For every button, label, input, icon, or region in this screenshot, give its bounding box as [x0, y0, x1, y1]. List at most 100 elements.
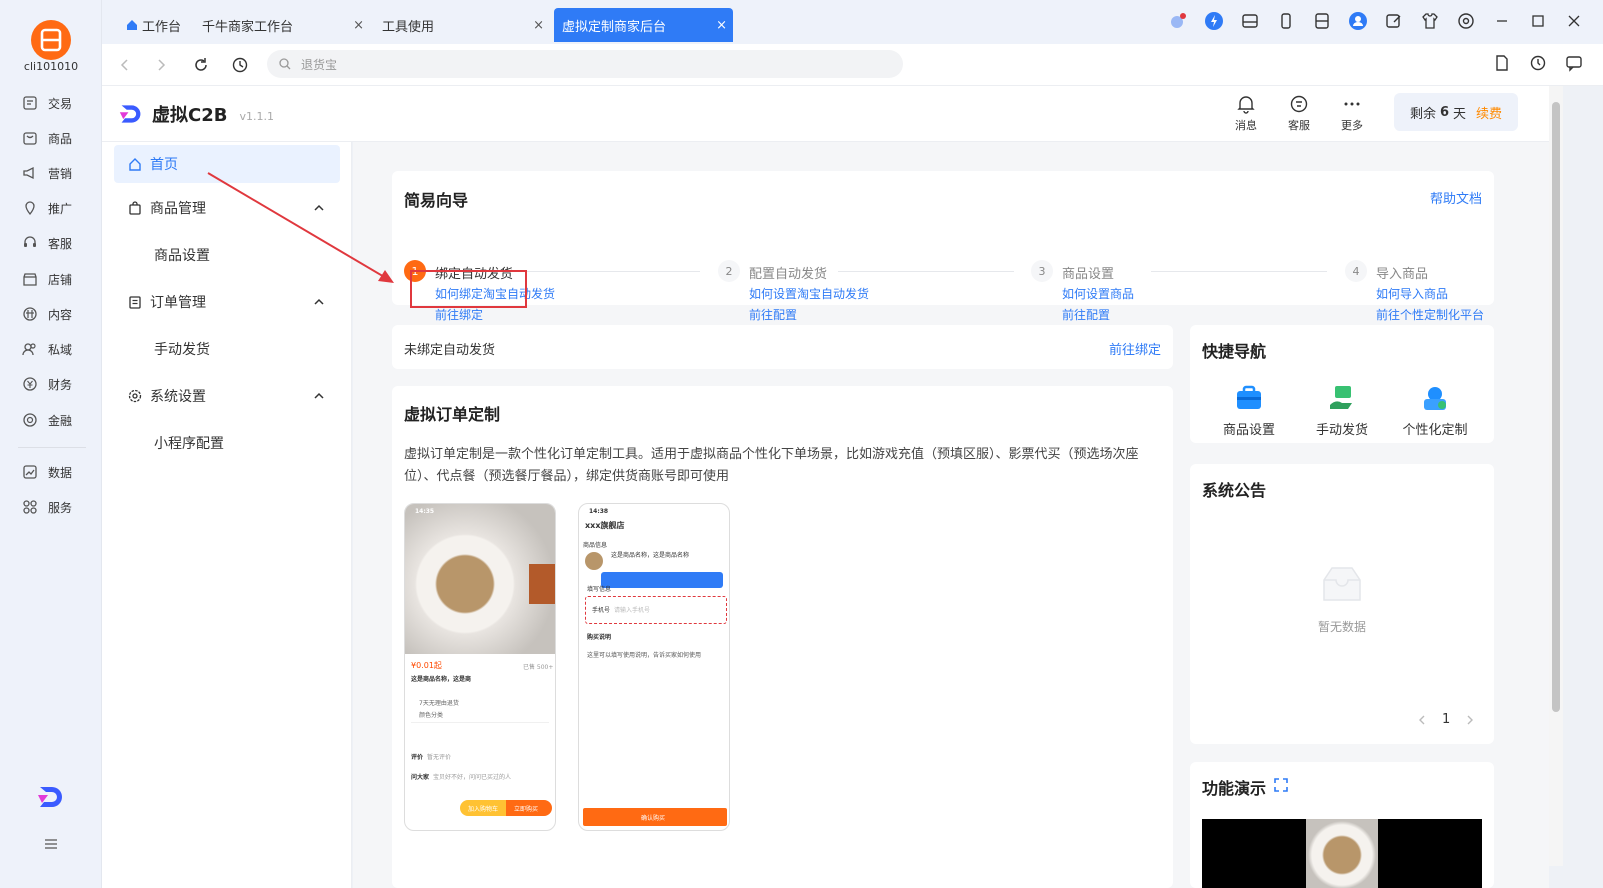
rail-item-label: 金融: [48, 413, 73, 428]
rail-item-goods[interactable]: 商品: [22, 126, 92, 150]
step-number: 2: [718, 260, 740, 282]
rail-item-promotion[interactable]: 推广: [22, 196, 92, 220]
menu-label: 商品管理: [150, 201, 206, 217]
rail-item-banking[interactable]: 金融: [22, 408, 92, 432]
rail-divider: [18, 447, 86, 448]
phone-icon[interactable]: [1275, 10, 1297, 32]
quick-nav-manual-ship[interactable]: 手动发货: [1297, 383, 1387, 438]
tab-virtual-custom[interactable]: 虚拟定制商家后台 ×: [554, 8, 733, 42]
book-icon[interactable]: [1311, 10, 1333, 32]
app-brand[interactable]: 虚拟C2B v1.1.1: [118, 101, 274, 127]
tab-close-icon[interactable]: ×: [716, 18, 727, 33]
phone-placeholder: 请输入手机号: [614, 607, 651, 614]
rail-item-apps[interactable]: 服务: [22, 495, 92, 519]
menu-item-miniapp-config[interactable]: 小程序配置: [154, 433, 224, 453]
tab-qianniu-workbench[interactable]: 千牛商家工作台 ×: [202, 8, 370, 42]
scrollbar-thumb[interactable]: [1552, 102, 1560, 712]
step-help-link[interactable]: 如何设置商品: [1062, 285, 1134, 302]
back-icon[interactable]: [114, 54, 136, 76]
rail-item-trade[interactable]: 交易: [22, 91, 92, 115]
more-button[interactable]: 更多: [1332, 94, 1372, 133]
step-action-link[interactable]: 前往绑定: [435, 306, 483, 323]
return-policy: 7天无理由退货: [419, 700, 459, 707]
app-d-logo[interactable]: [36, 783, 66, 811]
rail-item-data[interactable]: 数据: [22, 460, 92, 484]
customer-service-button[interactable]: 客服: [1279, 94, 1319, 133]
menu-item-manual-ship[interactable]: 手动发货: [154, 339, 210, 359]
store-name: xxx旗舰店: [585, 521, 625, 530]
quick-nav-custom[interactable]: 个性化定制: [1390, 383, 1480, 438]
rail-item-marketing[interactable]: 营销: [22, 161, 92, 185]
qianniu-logo[interactable]: [31, 20, 71, 60]
menu-group-system[interactable]: 系统设置: [114, 377, 340, 415]
sync-icon[interactable]: [1529, 54, 1547, 72]
renew-prefix: 剩余: [1409, 106, 1436, 122]
user-circle-icon[interactable]: [1347, 10, 1369, 32]
chat-icon[interactable]: [1565, 54, 1583, 72]
step-action-link[interactable]: 前往配置: [749, 306, 797, 323]
empty-inbox-icon: [1323, 567, 1361, 601]
messages-button[interactable]: 消息: [1226, 94, 1266, 133]
drive-icon[interactable]: [1239, 10, 1261, 32]
app-version: v1.1.1: [239, 109, 274, 123]
current-page[interactable]: 1: [1442, 712, 1450, 727]
custom-intro-card: 虚拟订单定制 虚拟订单定制是一款个性化订单定制工具。适用于虚拟商品个性化下单场景…: [392, 386, 1173, 888]
tab-label: 工作台: [142, 19, 182, 35]
step-action-link[interactable]: 前往配置: [1062, 306, 1110, 323]
minimize-icon[interactable]: [1491, 10, 1513, 32]
username: cli101010: [23, 60, 79, 73]
search-input[interactable]: 退货宝: [267, 50, 903, 78]
phone-field-highlight: 手机号 请输入手机号: [585, 596, 727, 624]
shop-icon: [23, 273, 37, 286]
quick-nav-label: 商品设置: [1222, 423, 1275, 438]
tab-close-icon[interactable]: ×: [533, 18, 544, 33]
product-info-label: 商品信息: [583, 542, 608, 549]
tab-close-icon[interactable]: ×: [353, 18, 364, 33]
tab-bar: 工作台 千牛商家工作台 × 工具使用 × 虚拟定制商家后台 ×: [102, 0, 1603, 44]
service-icon: [1290, 95, 1308, 113]
close-window-icon[interactable]: [1563, 10, 1585, 32]
annotation-highlight-box: [410, 270, 527, 308]
hamburger-menu-icon[interactable]: [44, 838, 58, 850]
maximize-icon[interactable]: [1527, 10, 1549, 32]
step-help-link[interactable]: 如何设置淘宝自动发货: [749, 285, 869, 302]
renew-link[interactable]: 续费: [1476, 103, 1502, 122]
help-doc-link[interactable]: 帮助文档: [1430, 188, 1482, 207]
next-page-icon[interactable]: [1466, 715, 1474, 725]
step-action-link[interactable]: 前往个性定制化平台: [1376, 306, 1484, 323]
demo-video[interactable]: [1202, 819, 1482, 888]
shirt-icon[interactable]: [1419, 10, 1441, 32]
page-scrollbar[interactable]: [1549, 86, 1563, 866]
rail-item-private[interactable]: 私域: [22, 337, 92, 361]
file-icon[interactable]: [1493, 54, 1511, 72]
rail-item-shop[interactable]: 店铺: [22, 267, 92, 291]
menu-group-orders[interactable]: 订单管理: [114, 283, 340, 321]
step-title: 配置自动发货: [749, 267, 828, 282]
menu-item-goods-settings[interactable]: 商品设置: [154, 245, 210, 265]
tab-workbench[interactable]: 工作台: [126, 8, 198, 42]
bag-icon: [129, 201, 141, 215]
empty-text: 暂无数据: [1317, 620, 1366, 634]
fullscreen-icon[interactable]: [1274, 778, 1288, 792]
tab-tools[interactable]: 工具使用 ×: [382, 8, 550, 42]
settings-icon[interactable]: [1455, 10, 1477, 32]
rail-item-service[interactable]: 客服: [22, 231, 92, 255]
menu-label: 首页: [150, 157, 178, 173]
go-bind-link[interactable]: 前往绑定: [1109, 339, 1161, 358]
prev-page-icon[interactable]: [1418, 715, 1426, 725]
search-icon: [279, 58, 291, 70]
refresh-icon[interactable]: [190, 54, 212, 76]
notes-label: 购买说明: [587, 634, 612, 641]
step-help-link[interactable]: 如何导入商品: [1376, 285, 1448, 302]
menu-group-goods[interactable]: 商品管理: [114, 189, 340, 227]
history-icon[interactable]: [229, 54, 251, 76]
avatar-notification-icon[interactable]: [1167, 10, 1189, 32]
rail-item-finance[interactable]: 财务: [22, 372, 92, 396]
quick-nav-goods-settings[interactable]: 商品设置: [1204, 383, 1294, 438]
edit-icon[interactable]: [1383, 10, 1405, 32]
menu-item-home[interactable]: 首页: [114, 145, 340, 183]
lightning-icon[interactable]: [1203, 10, 1225, 32]
forward-icon[interactable]: [150, 54, 172, 76]
address-bar: 退货宝: [102, 44, 1603, 86]
rail-item-content[interactable]: 内容: [22, 302, 92, 326]
